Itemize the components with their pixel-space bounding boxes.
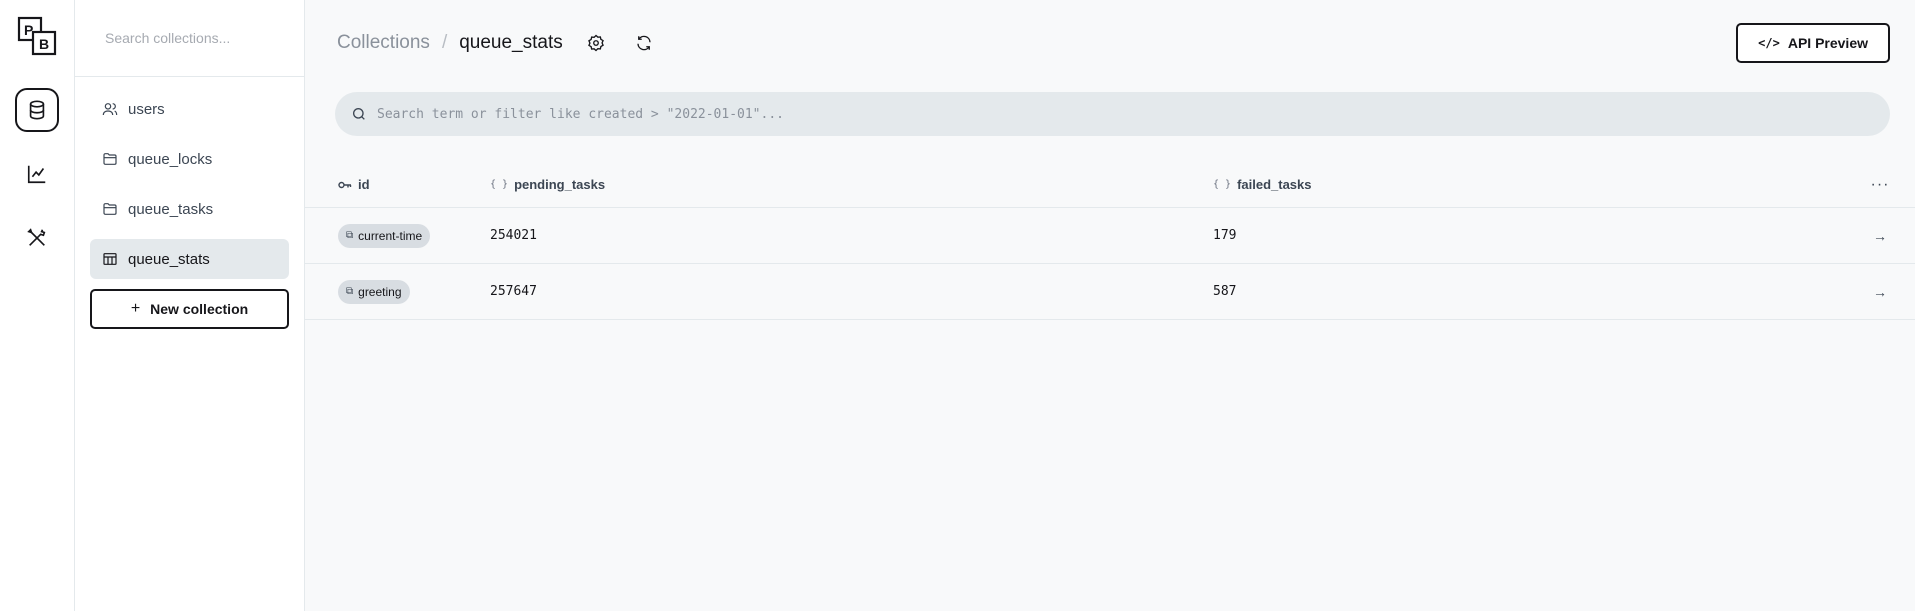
records-search-input[interactable] — [377, 106, 1874, 122]
collections-search — [75, 0, 304, 77]
cell-id: ⧉ current-time — [305, 223, 490, 248]
cell-pending-tasks: 254021 — [490, 228, 1213, 243]
app-root: P B Search collections... users queue_lo… — [0, 0, 1915, 611]
table-header-row: id { } pending_tasks { } failed_tasks ··… — [305, 162, 1915, 208]
logo-icon: P B — [17, 16, 57, 56]
id-badge[interactable]: ⧉ current-time — [338, 223, 431, 248]
sidebar-item-queue-stats[interactable]: queue_stats — [90, 239, 289, 279]
breadcrumb-collections[interactable]: Collections — [337, 32, 430, 54]
copy-icon: ⧉ — [346, 230, 354, 241]
column-header-pending-tasks[interactable]: { } pending_tasks — [490, 177, 1213, 192]
page-header: Collections / queue_stats </> API Previe… — [305, 0, 1915, 85]
columns-options-button[interactable]: ··· — [1855, 176, 1915, 194]
json-icon: { } — [1213, 179, 1232, 190]
failed-tasks-value: 179 — [1213, 228, 1237, 243]
tools-icon — [27, 228, 46, 246]
key-icon — [338, 181, 352, 188]
records-table: id { } pending_tasks { } failed_tasks ··… — [305, 162, 1915, 320]
refresh-icon — [637, 35, 651, 50]
id-value: current-time — [358, 228, 423, 243]
gear-icon — [587, 34, 604, 51]
sidebar-item-label: users — [128, 100, 165, 118]
table-row[interactable]: ⧉ current-time 254021 179 → — [305, 208, 1915, 264]
cell-id: ⧉ greeting — [305, 279, 490, 304]
column-label: failed_tasks — [1237, 177, 1312, 192]
table-row[interactable]: ⧉ greeting 257647 587 → — [305, 264, 1915, 320]
arrow-right-icon: → — [1873, 227, 1887, 244]
code-icon: </> — [1758, 35, 1780, 50]
database-icon — [29, 100, 45, 120]
cell-failed-tasks: 179 — [1213, 228, 1855, 243]
column-header-id[interactable]: id — [305, 177, 490, 192]
more-horizontal-icon: ··· — [1870, 175, 1890, 193]
sidebar-item-queue-tasks[interactable]: queue_tasks — [90, 189, 289, 229]
collections-nav-button[interactable] — [15, 88, 59, 132]
new-collection-button[interactable]: + New collection — [90, 289, 289, 329]
id-value: greeting — [358, 284, 402, 299]
main-panel: Collections / queue_stats </> API Previe… — [305, 0, 1915, 611]
sidebar-item-queue-locks[interactable]: queue_locks — [90, 139, 289, 179]
api-preview-label: API Preview — [1787, 34, 1868, 51]
collection-settings-button[interactable] — [579, 26, 613, 60]
records-search-bar — [335, 92, 1890, 136]
sidebar-item-label: queue_locks — [128, 150, 213, 168]
sidebar-item-users[interactable]: users — [90, 89, 289, 129]
pending-tasks-value: 254021 — [490, 228, 537, 243]
cell-failed-tasks: 587 — [1213, 284, 1855, 299]
settings-nav-button[interactable] — [15, 216, 59, 260]
copy-icon: ⧉ — [346, 286, 354, 297]
logo-letter-b: B — [39, 36, 49, 52]
collections-search-input[interactable] — [105, 30, 274, 46]
users-icon — [102, 103, 118, 116]
new-collection-label: New collection — [150, 301, 249, 317]
collections-sidebar: users queue_locks queue_tasks — [75, 0, 305, 611]
refresh-button[interactable] — [627, 26, 661, 60]
open-record-button[interactable]: → — [1855, 284, 1915, 300]
folder-icon — [103, 153, 117, 165]
logs-nav-button[interactable] — [15, 152, 59, 196]
search-icon — [353, 108, 365, 120]
column-label: pending_tasks — [514, 177, 606, 192]
logo-letter-p: P — [24, 22, 33, 38]
sidebar-item-label: queue_stats — [128, 250, 210, 268]
api-preview-button[interactable]: </> API Preview — [1736, 22, 1890, 63]
pending-tasks-value: 257647 — [490, 284, 537, 299]
open-record-button[interactable]: → — [1855, 228, 1915, 244]
table-icon — [103, 253, 117, 265]
plus-icon: + — [130, 300, 141, 317]
cell-pending-tasks: 257647 — [490, 284, 1213, 299]
pocketbase-logo[interactable]: P B — [17, 16, 57, 56]
nav-rail: P B — [0, 0, 75, 611]
breadcrumb-separator: / — [441, 31, 448, 53]
id-badge[interactable]: ⧉ greeting — [338, 279, 410, 304]
failed-tasks-value: 587 — [1213, 284, 1237, 299]
folder-icon — [103, 203, 117, 215]
column-label: id — [358, 177, 370, 192]
sidebar-item-label: queue_tasks — [128, 200, 214, 218]
json-icon: { } — [490, 179, 509, 190]
chart-line-icon — [27, 165, 46, 184]
collections-list: users queue_locks queue_tasks queue_stat… — [75, 77, 304, 329]
column-header-failed-tasks[interactable]: { } failed_tasks — [1213, 177, 1855, 192]
arrow-right-icon: → — [1873, 283, 1887, 300]
page-title: queue_stats — [459, 31, 563, 53]
